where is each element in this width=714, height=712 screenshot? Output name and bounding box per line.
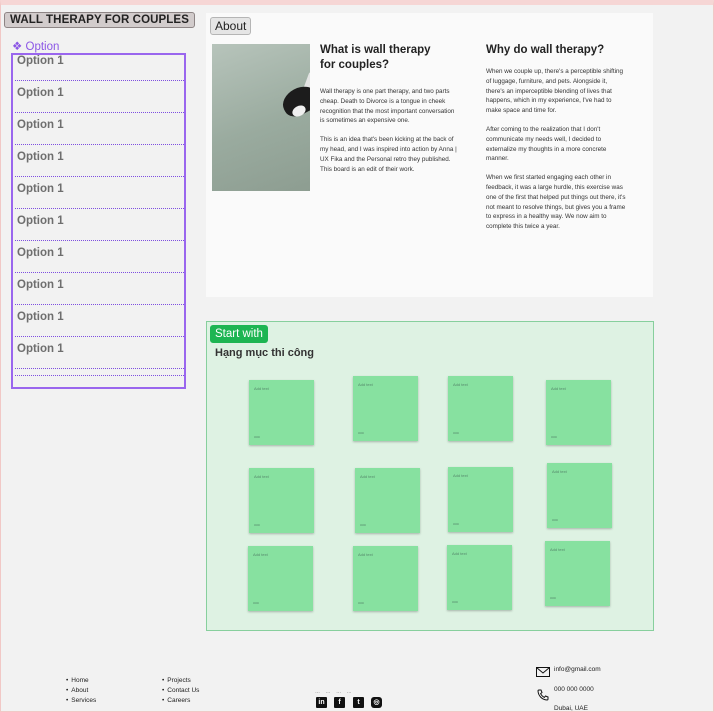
option-item[interactable]: Option 1	[15, 279, 184, 305]
about-right-heading: Why do wall therapy?	[486, 44, 605, 56]
sticky-note-footer: ooo	[360, 523, 366, 527]
sticky-note-text: Add text	[254, 386, 269, 391]
footer-link[interactable]: Home	[66, 676, 96, 686]
page-title[interactable]: WALL THERAPY FOR COUPLES	[4, 12, 195, 28]
about-left-heading: What is wall therapy for couples?	[320, 44, 431, 71]
sticky-note-footer: ooo	[254, 435, 260, 439]
option-item[interactable]: Option 1	[15, 311, 184, 337]
option-item[interactable]: Option 1	[15, 55, 184, 81]
footer-link[interactable]: Contact Us	[162, 686, 199, 696]
sticky-note[interactable]: Add text ooo	[248, 546, 313, 611]
sticky-note[interactable]: Add text ooo	[546, 380, 611, 445]
option-item[interactable]: Option 1	[15, 183, 184, 209]
contact-email[interactable]: info@gmail.com	[554, 666, 601, 673]
instagram-icon[interactable]: ◎	[371, 697, 382, 708]
footer-link[interactable]: Careers	[162, 696, 199, 706]
about-right-paragraph: When we first started engaging each othe…	[486, 174, 626, 231]
footer-link[interactable]: Projects	[162, 676, 199, 686]
sticky-note-text: Add text	[452, 551, 467, 556]
sticky-note-footer: ooo	[254, 523, 260, 527]
sticky-note-footer: ooo	[552, 518, 558, 522]
mail-icon	[536, 667, 550, 677]
option-frame-label[interactable]: ❖ Option	[12, 39, 59, 53]
sticky-note[interactable]: Add text ooo	[448, 376, 513, 441]
about-right-paragraph: After coming to the realization that I d…	[486, 125, 607, 163]
sticky-note-text: Add text	[550, 547, 565, 552]
lamp-photo	[212, 44, 310, 191]
footer-link[interactable]: About	[66, 686, 96, 696]
sticky-note[interactable]: Add text ooo	[545, 541, 610, 606]
sticky-note-footer: ooo	[358, 431, 364, 435]
sticky-note-text: Add text	[358, 552, 373, 557]
sticky-note-text: Add text	[453, 473, 468, 478]
option-item[interactable]: Option 1	[15, 87, 184, 113]
about-left-paragraph: This is an idea that's been kicking at t…	[320, 136, 457, 173]
section-title: Hạng mục thi công	[215, 347, 314, 359]
contact-phone[interactable]: 000 000 0000	[554, 686, 594, 693]
sticky-note[interactable]: Add text ooo	[353, 546, 418, 611]
sticky-note-footer: ooo	[550, 596, 556, 600]
sticky-note-footer: ooo	[358, 601, 364, 605]
sticky-note-text: Add text	[360, 474, 375, 479]
sticky-note-footer: ooo	[453, 522, 459, 526]
sticky-note[interactable]: Add text ooo	[353, 376, 418, 441]
social-dots: … … … …	[315, 689, 352, 695]
sticky-note[interactable]: Add text ooo	[249, 380, 314, 445]
facebook-icon[interactable]: f	[334, 697, 345, 708]
sticky-note[interactable]: Add text ooo	[447, 545, 512, 610]
about-right-text: When we couple up, there's a perceptible…	[486, 67, 626, 241]
sticky-note-footer: ooo	[453, 431, 459, 435]
option-item[interactable]: Option 1	[15, 343, 184, 369]
about-tag[interactable]: About	[210, 17, 252, 35]
about-left-text: Wall therapy is one part therapy, and tw…	[320, 87, 460, 183]
footer-link[interactable]: Services	[66, 696, 96, 706]
sticky-note[interactable]: Add text ooo	[355, 468, 420, 533]
footer-links-col2: Projects Contact Us Careers	[162, 676, 199, 706]
sticky-note-footer: ooo	[253, 601, 259, 605]
sticky-note-text: Add text	[254, 474, 269, 479]
option-item[interactable]: Option 1	[15, 215, 184, 241]
option-divider	[15, 375, 184, 376]
sticky-note[interactable]: Add text ooo	[249, 468, 314, 533]
option-item[interactable]: Option 1	[15, 151, 184, 177]
linkedin-icon[interactable]: in	[316, 697, 327, 708]
sticky-note-text: Add text	[552, 469, 567, 474]
sticky-note-text: Add text	[453, 382, 468, 387]
contact-location: Dubai, UAE	[554, 705, 588, 712]
twitter-icon[interactable]: t	[353, 697, 364, 708]
about-left-paragraph: Wall therapy is one part therapy, and tw…	[320, 88, 455, 125]
footer-links-col1: Home About Services	[66, 676, 96, 706]
sticky-note-text: Add text	[551, 386, 566, 391]
sticky-note-footer: ooo	[551, 435, 557, 439]
phone-icon	[537, 689, 549, 701]
sticky-note-text: Add text	[358, 382, 373, 387]
about-right-paragraph: When we couple up, there's a perceptible…	[486, 68, 624, 115]
option-item[interactable]: Option 1	[15, 247, 184, 273]
start-with-tag[interactable]: Start with	[210, 325, 268, 343]
option-item[interactable]: Option 1	[15, 119, 184, 145]
sticky-note-footer: ooo	[452, 600, 458, 604]
sticky-note[interactable]: Add text ooo	[448, 467, 513, 532]
sticky-note[interactable]: Add text ooo	[547, 463, 612, 528]
option-list[interactable]: Option 1 Option 1 Option 1 Option 1 Opti…	[11, 53, 186, 389]
sticky-note-text: Add text	[253, 552, 268, 557]
